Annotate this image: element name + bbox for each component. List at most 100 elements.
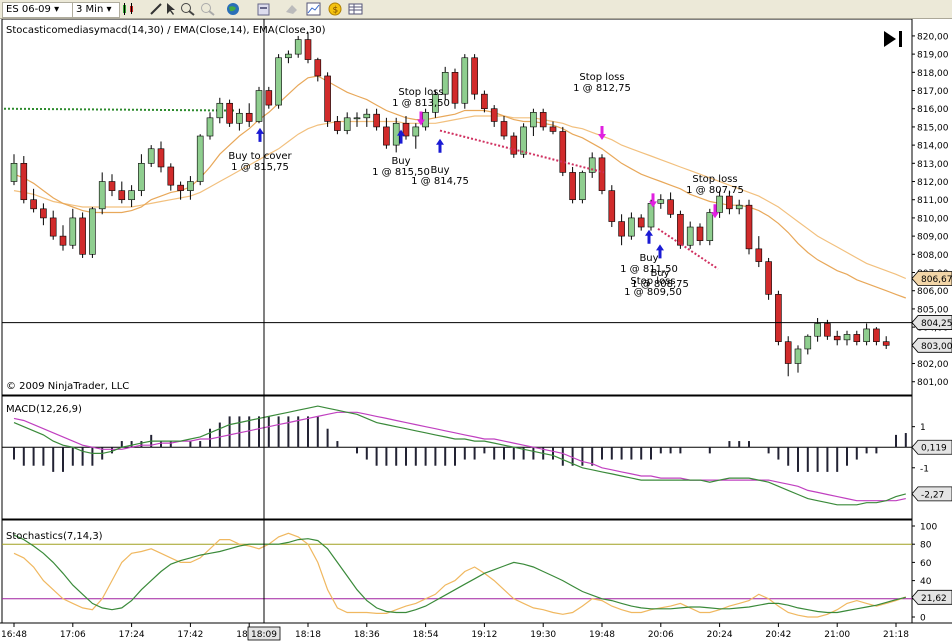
candle-up — [343, 117, 351, 131]
chart-trader-icon[interactable] — [306, 2, 322, 16]
macd-tick-label: -1 — [920, 464, 929, 474]
candle-up — [843, 334, 851, 341]
time-tick-label: 17:24 — [119, 630, 145, 640]
candle-down — [383, 126, 390, 146]
candle-up — [461, 57, 469, 104]
time-tick-label: 20:42 — [765, 630, 791, 640]
candle-down — [539, 112, 547, 128]
trade-annotation-price: 1 @ 807,75 — [686, 185, 744, 196]
stoch-tick-label: 80 — [920, 541, 932, 551]
price-tick-label: 802,00 — [917, 360, 949, 370]
ninjatrader-chart-window: ES 06-09 ▾ 3 Min ▾ $ 820,00 819,00 818,00 8… — [0, 0, 952, 641]
ema14-value-badge: 806,67 — [911, 271, 952, 286]
stoch-value-badge-text: 21,62 — [921, 594, 947, 604]
candle-down — [177, 184, 184, 191]
candle-down — [490, 108, 498, 122]
candlestick-icon[interactable] — [120, 2, 140, 16]
candle-down — [314, 59, 322, 77]
svg-text:$: $ — [333, 6, 339, 16]
trade-annotation-price: 1 @ 808,75 — [631, 279, 689, 290]
candle-up — [236, 112, 243, 124]
candle-up — [353, 117, 361, 120]
candle-down — [775, 294, 782, 342]
candle-down — [833, 335, 841, 341]
candle-down — [677, 213, 684, 246]
candle-down — [510, 135, 518, 155]
candle-down — [451, 72, 459, 104]
time-tick-label: 20:24 — [707, 630, 733, 640]
stoch-tick-label: 0 — [920, 614, 926, 624]
chart-canvas[interactable]: 820,00 819,00 818,00 817,00 816,00 815,00 814,… — [0, 19, 952, 641]
candle-up — [706, 212, 714, 241]
candle-up — [735, 204, 743, 210]
candle-down — [637, 217, 645, 228]
candle-down — [784, 341, 792, 364]
bar-shape[interactable] — [899, 31, 902, 47]
price-tick-label: 809,00 — [917, 233, 949, 243]
candle-up — [285, 53, 292, 59]
candle-down — [79, 217, 86, 255]
zoom-in-icon[interactable] — [180, 2, 196, 16]
candle-down — [824, 323, 831, 337]
candle-up — [530, 112, 537, 128]
candle-down — [882, 341, 890, 346]
price-tick-label: 818,00 — [917, 69, 949, 79]
price-tick-label: 806,00 — [917, 287, 949, 297]
trade-annotation-type: Stop loss — [398, 87, 443, 98]
macd-signal-badge-text: -2,27 — [921, 490, 944, 500]
candle-down — [118, 190, 126, 201]
coin-icon[interactable]: $ — [328, 2, 344, 16]
candle-down — [334, 121, 341, 131]
price-tick-label: 812,00 — [917, 178, 949, 188]
candle-up — [657, 199, 665, 204]
trade-annotation-price: 1 @ 813,50 — [392, 98, 450, 109]
table-icon[interactable] — [348, 2, 364, 16]
stoch-panel-title: Stochastics(7,14,3) — [6, 531, 103, 542]
candle-down — [481, 93, 488, 110]
candle-up — [138, 163, 145, 191]
candle-up — [10, 163, 18, 182]
candle-down — [765, 261, 772, 295]
macd-panel-title: MACD(12,26,9) — [6, 404, 82, 415]
macd-value-badge: 0,119 — [911, 439, 952, 455]
candle-down — [30, 199, 37, 210]
candle-down — [304, 39, 312, 60]
candle-down — [569, 172, 576, 201]
time-tick-label: 19:30 — [530, 630, 556, 640]
price-tick-label: 816,00 — [917, 105, 949, 115]
cursor-price-badge-text: 804,25 — [921, 319, 952, 329]
candle-down — [49, 217, 57, 237]
current-price-badge: 803,00 — [911, 337, 952, 353]
candle-down — [167, 166, 175, 186]
price-tick-label: 817,00 — [917, 87, 949, 97]
candle-down — [245, 112, 253, 122]
interval-selector[interactable]: 3 Min ▾ — [72, 2, 120, 18]
stoch-tick-label: 40 — [920, 577, 932, 587]
properties-icon[interactable] — [256, 2, 272, 16]
candle-up — [579, 172, 586, 201]
time-tick-label: 17:06 — [60, 630, 86, 640]
stoch-tick-label: 60 — [920, 559, 932, 569]
cursor-time-badge: 18:09 — [247, 626, 281, 641]
macd-tick-label: 1 — [920, 423, 926, 433]
trade-annotation-type: Buy to cover — [228, 151, 292, 162]
cursor-icon[interactable] — [164, 2, 180, 16]
zoom-out-icon[interactable] — [200, 2, 216, 16]
globe-icon[interactable] — [226, 2, 246, 16]
candle-up — [69, 217, 77, 246]
time-tick-label: 17:42 — [177, 630, 203, 640]
candle-up — [206, 117, 214, 137]
instrument-selector[interactable]: ES 06-09 ▾ — [2, 2, 74, 18]
data-box-icon[interactable] — [284, 2, 300, 16]
candle-down — [696, 226, 704, 241]
candle-down — [20, 163, 28, 201]
candle-down — [853, 334, 861, 342]
candle-up — [187, 181, 194, 191]
candle-up — [98, 181, 106, 210]
trade-annotation-type: Buy — [430, 165, 449, 176]
time-tick-label: 18:36 — [354, 630, 380, 640]
stoch-value-badge: 21,62 — [911, 589, 952, 605]
copyright-text: © 2009 NinjaTrader, LLC — [6, 381, 129, 392]
price-tick-label: 814,00 — [917, 142, 949, 152]
candle-up — [412, 126, 420, 137]
